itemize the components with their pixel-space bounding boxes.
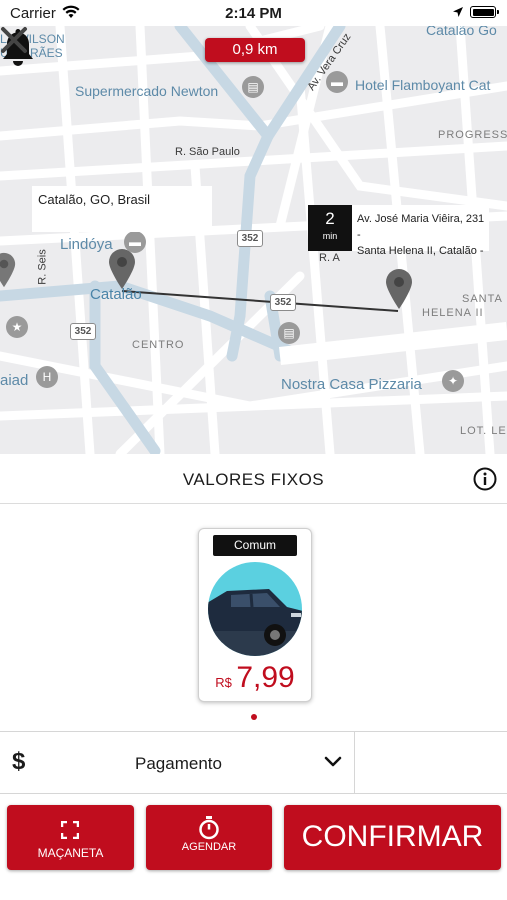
eta-unit: min: [322, 231, 338, 241]
eta-value: 2: [325, 209, 335, 228]
map-label: R. Seis: [36, 249, 49, 285]
stopwatch-icon: [199, 816, 219, 840]
route-shield-352: 352: [237, 230, 263, 247]
page-indicator-dot: [251, 714, 257, 720]
map-label: PROGRESS: [438, 129, 507, 141]
dollar-icon: $: [12, 748, 26, 775]
map-label: Lindóya: [60, 236, 113, 253]
map-label: R. São Paulo: [175, 146, 240, 158]
map-view[interactable]: LA WILSON UIMARÃES Catalão Go Supermerca…: [0, 26, 507, 454]
shopping-cart-icon: ▤: [242, 76, 264, 98]
route-shield-352: 352: [270, 294, 296, 311]
ride-price: R$ 7,99: [199, 661, 311, 695]
info-icon[interactable]: [473, 467, 497, 491]
car-icon: [208, 562, 302, 656]
map-label: Supermercado Newton: [75, 83, 219, 99]
expand-icon: [61, 821, 79, 839]
map-label: Catalão Go: [426, 26, 497, 38]
map-label: Hotel Flamboyant Cat: [355, 77, 491, 93]
origin-pin-icon: [109, 249, 135, 289]
clock-time: 2:14 PM: [225, 5, 282, 22]
destination-label-box: Av. José Maria Viêira, 231 - Santa Helen…: [352, 205, 489, 257]
destination-line-1: Av. José Maria Viêira, 231 -: [357, 213, 485, 241]
payment-label: Pagamento: [135, 754, 222, 773]
macaneta-button[interactable]: MAÇANETA: [7, 805, 134, 870]
bed-icon: ▬: [326, 71, 348, 93]
ride-option-card[interactable]: Comum R$ 7,99: [198, 528, 312, 702]
origin-label-box: Catalão, GO, Brasil: [32, 186, 212, 232]
map-pin-icon: [0, 252, 16, 288]
payment-selector[interactable]: $ Pagamento: [0, 731, 507, 794]
close-icon[interactable]: [0, 26, 28, 54]
schedule-label: AGENDAR: [181, 841, 237, 853]
fixed-prices-title: VALORES FIXOS: [182, 470, 325, 489]
map-label: aiad: [0, 372, 29, 389]
chevron-down-icon[interactable]: [324, 756, 342, 768]
ride-category-tag: Comum: [213, 535, 297, 556]
price-currency: R$: [215, 675, 232, 690]
restaurant-icon: ✦: [442, 370, 464, 392]
destination-line-2: Santa Helena II, Catalão -: [357, 245, 484, 257]
map-label: R. A: [319, 252, 340, 264]
route-shield-352: 352: [70, 323, 96, 340]
battery-icon: [470, 6, 499, 18]
map-label: HELENA II: [422, 307, 484, 319]
shopping-cart-icon: ▤: [278, 322, 300, 344]
eta-box: 2 min: [308, 205, 352, 251]
location-arrow-icon: [453, 7, 463, 17]
map-label: SANTA: [462, 293, 503, 305]
status-bar: Carrier 2:14 PM: [0, 0, 507, 26]
star-icon: ★: [6, 316, 28, 338]
map-label: CENTRO: [132, 339, 185, 351]
confirm-label: CONFIRMAR: [301, 820, 484, 853]
macaneta-label: MAÇANETA: [37, 846, 104, 860]
hospital-icon: H: [36, 366, 58, 388]
distance-badge: 0,9 km: [205, 38, 305, 62]
destination-pin-icon: [386, 269, 412, 309]
ride-options-carousel[interactable]: Comum R$ 7,99: [0, 504, 507, 731]
divider: [354, 732, 355, 793]
confirm-button[interactable]: CONFIRMAR: [284, 805, 501, 870]
price-value: 7,99: [236, 661, 295, 694]
schedule-button[interactable]: AGENDAR: [146, 805, 272, 870]
map-label: LOT. LE: [460, 425, 507, 437]
fixed-prices-header: VALORES FIXOS: [0, 454, 507, 504]
map-label: Nostra Casa Pizzaria: [281, 376, 422, 393]
